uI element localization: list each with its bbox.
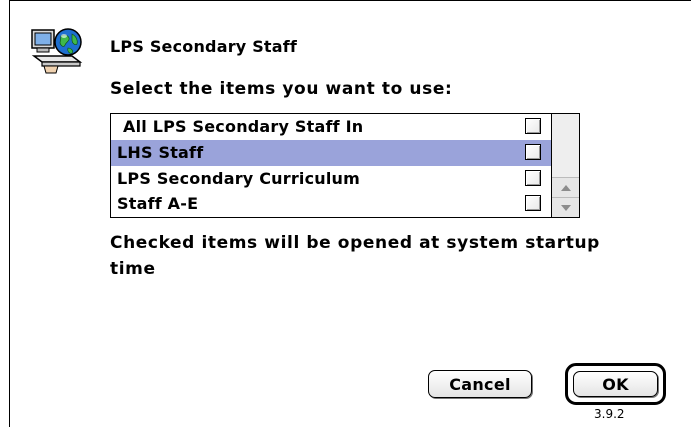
list-item-checkbox[interactable] bbox=[525, 143, 541, 160]
scroll-down-arrow-icon[interactable] bbox=[552, 197, 579, 217]
list-item-checkbox[interactable] bbox=[525, 118, 541, 134]
list-item[interactable]: LPS Secondary Curriculum bbox=[111, 166, 551, 192]
list-item[interactable]: Staff A-E bbox=[111, 191, 551, 217]
list-item[interactable]: All LPS Secondary Staff In bbox=[111, 114, 551, 140]
network-globe-tray-icon bbox=[28, 26, 92, 76]
list-item-selected[interactable]: LHS Staff bbox=[111, 139, 551, 166]
default-button-ring: OK bbox=[565, 363, 666, 405]
list-item-label: Staff A-E bbox=[117, 194, 199, 214]
list-item-checkbox[interactable] bbox=[525, 195, 541, 212]
items-list-rows: All LPS Secondary Staff In LHS Staff LPS… bbox=[111, 114, 551, 217]
dialog-top-border bbox=[9, 0, 691, 1]
list-item-label: LPS Secondary Curriculum bbox=[117, 168, 361, 188]
scroll-up-arrow-icon[interactable] bbox=[552, 177, 579, 197]
dialog: LPS Secondary Staff Select the items you… bbox=[0, 0, 691, 427]
selection-prompt: Select the items you want to use: bbox=[110, 79, 453, 99]
items-list[interactable]: All LPS Secondary Staff In LHS Staff LPS… bbox=[110, 113, 580, 218]
list-item-checkbox[interactable] bbox=[525, 169, 541, 186]
cancel-button[interactable]: Cancel bbox=[428, 370, 532, 398]
ok-button[interactable]: OK bbox=[573, 371, 658, 397]
startup-note: Checked items will be opened at system s… bbox=[110, 233, 600, 279]
dialog-left-border bbox=[9, 0, 10, 427]
list-item-label: All LPS Secondary Staff In bbox=[123, 117, 364, 136]
list-item-label: LHS Staff bbox=[117, 142, 204, 162]
dialog-title: LPS Secondary Staff bbox=[110, 37, 298, 56]
list-scrollbar[interactable] bbox=[551, 114, 579, 217]
version-label: 3.9.2 bbox=[594, 407, 625, 421]
